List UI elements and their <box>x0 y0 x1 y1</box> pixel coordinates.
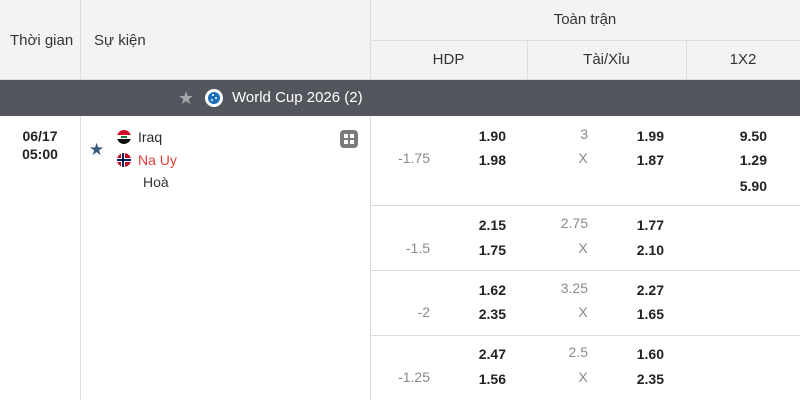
match-time: 05:00 <box>22 146 58 162</box>
x12-home-odd[interactable]: 9.50 <box>727 128 767 144</box>
hdp-away-odd[interactable]: 1.75 <box>466 242 506 258</box>
x12-draw-odd[interactable]: 5.90 <box>727 178 767 194</box>
column-divider <box>370 116 371 400</box>
away-team[interactable]: Na Uy <box>138 152 177 168</box>
ou-x: X <box>578 150 588 166</box>
norway-flag-icon <box>117 153 131 167</box>
hdp-home-odd[interactable]: 2.47 <box>466 346 506 362</box>
header-event: Sự kiện <box>94 32 146 49</box>
stats-icon[interactable] <box>340 130 358 148</box>
hdp-line: -2 <box>417 304 430 320</box>
header-1x2[interactable]: 1X2 <box>686 51 800 68</box>
ou-x: X <box>578 304 588 320</box>
hdp-home-odd[interactable]: 1.62 <box>466 282 506 298</box>
row-divider <box>370 270 800 271</box>
world-cup-logo-icon <box>205 89 223 107</box>
ou-over-odd[interactable]: 2.27 <box>624 282 664 298</box>
ou-over-odd[interactable]: 1.77 <box>624 217 664 233</box>
hdp-away-odd[interactable]: 1.56 <box>466 371 506 387</box>
ou-over-odd[interactable]: 1.60 <box>624 346 664 362</box>
row-divider <box>370 335 800 336</box>
league-title: World Cup 2026 <box>232 89 341 106</box>
star-icon[interactable]: ★ <box>178 88 194 108</box>
ou-x: X <box>578 240 588 256</box>
favorite-star-icon[interactable]: ★ <box>89 141 104 159</box>
ou-line: 2.5 <box>568 344 588 360</box>
row-divider <box>370 205 800 206</box>
header-divider <box>80 0 81 80</box>
home-team[interactable]: Iraq <box>138 129 162 145</box>
ou-under-odd[interactable]: 1.65 <box>624 306 664 322</box>
match-date: 06/17 <box>22 128 58 144</box>
header-divider <box>370 40 800 41</box>
ou-line: 3.25 <box>560 280 588 296</box>
league-name[interactable]: World Cup 2026 (2) <box>232 89 363 107</box>
hdp-line: -1.5 <box>405 240 430 256</box>
header-time: Thời gian <box>10 32 74 49</box>
ou-under-odd[interactable]: 2.35 <box>624 371 664 387</box>
header-hdp[interactable]: HDP <box>370 51 527 68</box>
ou-over-odd[interactable]: 1.99 <box>624 128 664 144</box>
league-bar[interactable] <box>0 80 800 116</box>
hdp-line: -1.25 <box>398 369 430 385</box>
ou-under-odd[interactable]: 1.87 <box>624 152 664 168</box>
x12-away-odd[interactable]: 1.29 <box>727 152 767 168</box>
header-fulltime: Toàn trận <box>553 11 617 28</box>
header-over-under[interactable]: Tài/Xỉu <box>527 51 686 68</box>
column-divider <box>80 116 81 400</box>
hdp-home-odd[interactable]: 2.15 <box>466 217 506 233</box>
ou-under-odd[interactable]: 2.10 <box>624 242 664 258</box>
draw-label: Hoà <box>143 174 169 190</box>
ou-line: 3 <box>580 126 588 142</box>
iraq-flag-icon <box>117 130 131 144</box>
ou-x: X <box>578 369 588 385</box>
hdp-away-odd[interactable]: 1.98 <box>466 152 506 168</box>
hdp-away-odd[interactable]: 2.35 <box>466 306 506 322</box>
hdp-home-odd[interactable]: 1.90 <box>466 128 506 144</box>
hdp-line: -1.75 <box>398 150 430 166</box>
ou-line: 2.75 <box>560 215 588 231</box>
league-count: (2) <box>344 89 363 106</box>
